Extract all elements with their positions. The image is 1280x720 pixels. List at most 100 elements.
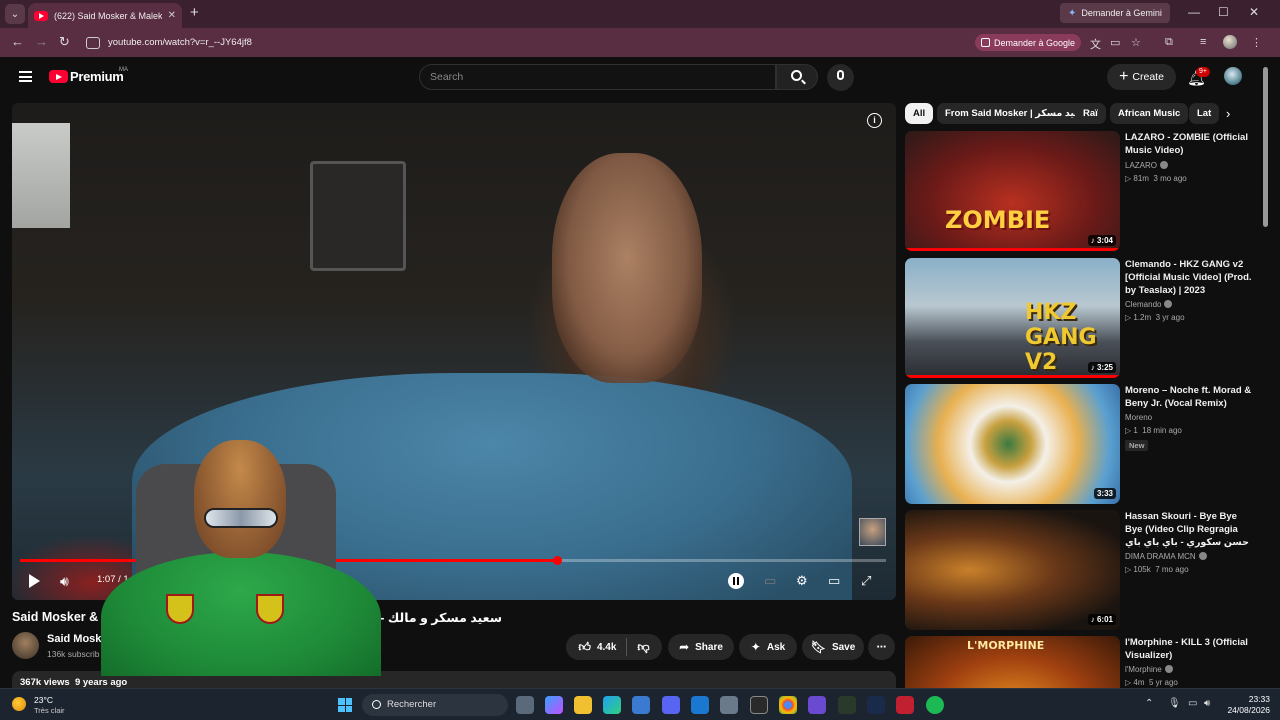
share-button[interactable]: ➦ Share (668, 634, 734, 660)
search-button[interactable] (776, 64, 818, 90)
recommendation-item[interactable]: HKZ GANG V2 ♪ 3:25 Clemando - HKZ GANG v… (905, 258, 1260, 378)
close-window-button[interactable]: ✕ (1249, 5, 1259, 19)
like-count[interactable]: 4.4k (597, 642, 616, 653)
recommendation-channel[interactable]: DIMA DRAMA MCN (1125, 552, 1207, 561)
temperature[interactable]: 23°C (34, 695, 53, 705)
microsoft-store-icon[interactable] (632, 696, 650, 714)
weather-description[interactable]: Très clair (34, 706, 65, 715)
obs-icon[interactable] (750, 696, 768, 714)
chips-next-chevron-icon[interactable]: › (1226, 106, 1230, 121)
recommendation-title[interactable]: Moreno – Noche ft. Morad & Beny Jr. (Voc… (1125, 384, 1255, 410)
taskbar-search[interactable]: Rechercher (362, 694, 508, 716)
site-info-icon[interactable] (86, 36, 100, 49)
tray-overflow-icon[interactable]: ⌃ (1145, 698, 1153, 709)
page-scrollbar[interactable] (1261, 57, 1269, 687)
scrubber-handle[interactable] (552, 556, 562, 565)
browser-menu-icon[interactable]: ⋮ (1251, 36, 1262, 49)
copilot-icon[interactable] (545, 696, 563, 714)
extensions-icon[interactable]: ⧉ (1165, 36, 1173, 49)
nvidia-icon[interactable] (838, 696, 856, 714)
video-thumbnail[interactable]: L'MORPHINE (905, 636, 1120, 688)
settings-gear-icon[interactable]: ⚙ (796, 573, 808, 589)
play-button[interactable] (29, 574, 40, 588)
menu-hamburger-icon[interactable] (19, 71, 32, 82)
recommendation-title[interactable]: Hassan Skouri - Bye Bye Bye (Video Clip … (1125, 510, 1255, 549)
steam-icon[interactable] (867, 696, 885, 714)
youtube-header: Premium MA Search + Create 🔔︎ 9+ (0, 57, 1260, 97)
chip-rai[interactable]: Raï (1075, 103, 1106, 124)
bookmark-star-icon[interactable]: ☆ (1131, 36, 1141, 49)
video-thumbnail[interactable]: ♪ 6:01 (905, 510, 1120, 630)
volume-icon[interactable]: 🔊︎ (60, 573, 69, 590)
search-input[interactable]: Search (419, 64, 776, 90)
channel-avatar[interactable] (12, 632, 39, 659)
save-button[interactable]: 🔖︎ Save (802, 634, 864, 660)
account-avatar[interactable] (1224, 67, 1242, 85)
discord-icon[interactable] (662, 696, 680, 714)
recommendation-title[interactable]: Clemando - HKZ GANG v2 [Official Music V… (1125, 258, 1255, 297)
recommendation-item[interactable]: ♪ 6:01 Hassan Skouri - Bye Bye Bye (Vide… (905, 510, 1260, 630)
recommendation-item[interactable]: ZOMBIE ♪ 3:04 LAZARO - ZOMBIE (Official … (905, 131, 1260, 251)
network-icon[interactable]: ▭ (1188, 698, 1197, 709)
recommendation-title[interactable]: LAZARO - ZOMBIE (Official Music Video) (1125, 131, 1255, 157)
recommendation-channel[interactable]: Moreno (1125, 413, 1152, 422)
video-thumbnail[interactable]: 3:33 (905, 384, 1120, 504)
chip-from-channel[interactable]: From Said Mosker | سعيد مسكر (937, 103, 1097, 124)
recommendation-channel[interactable]: Clemando (1125, 300, 1173, 309)
fullscreen-icon[interactable]: ⤢ (861, 573, 871, 589)
recommendation-item[interactable]: L'MORPHINE l'Morphine - KILL 3 (Official… (905, 636, 1260, 688)
chip-african-music[interactable]: African Music (1110, 103, 1189, 124)
streaming-app-icon[interactable] (896, 696, 914, 714)
chip-all[interactable]: All (905, 103, 934, 124)
video-info-icon[interactable]: i (867, 113, 882, 128)
more-actions-button[interactable]: ⋯ (868, 634, 895, 660)
ask-google-button[interactable]: Demander à Google (975, 34, 1082, 51)
volume-tray-icon[interactable]: 🔊︎ (1204, 698, 1210, 709)
like-icon[interactable]: 👍︎ (578, 640, 591, 655)
youtube-logo-icon[interactable] (49, 70, 68, 83)
tab-list-button[interactable]: ⌄ (5, 4, 25, 24)
autoplay-toggle[interactable] (728, 573, 744, 589)
create-button[interactable]: + Create (1107, 64, 1176, 90)
maximize-button[interactable]: ☐ (1218, 5, 1229, 19)
mail-icon[interactable] (691, 696, 709, 714)
reload-icon[interactable]: ↻ (59, 34, 70, 50)
reading-list-icon[interactable]: ≡ (1200, 36, 1206, 48)
ask-gemini-button[interactable]: ✦ Demander à Gemini (1060, 3, 1170, 23)
end-screen-thumbnail[interactable] (859, 518, 886, 546)
app-icon[interactable] (720, 696, 738, 714)
spotify-icon[interactable] (926, 696, 944, 714)
weather-sun-icon[interactable] (12, 697, 26, 711)
recommendation-item[interactable]: 3:33 Moreno – Noche ft. Morad & Beny Jr.… (905, 384, 1260, 504)
minimize-button[interactable]: — (1188, 5, 1200, 19)
recommendation-channel[interactable]: l'Morphine (1125, 665, 1173, 674)
file-explorer-icon[interactable] (574, 696, 592, 714)
recommendation-channel[interactable]: LAZARO (1125, 161, 1169, 170)
voice-search-button[interactable] (827, 64, 854, 91)
tab-close-icon[interactable]: ✕ (168, 10, 176, 21)
game-app-icon[interactable] (808, 696, 826, 714)
translate-icon[interactable]: 文 (1090, 36, 1101, 52)
subtitles-icon[interactable]: ▭ (764, 573, 776, 589)
theater-mode-icon[interactable]: ▭ (828, 573, 840, 589)
new-tab-button[interactable]: + (190, 4, 199, 21)
microphone-tray-icon[interactable]: 🎙︎ (1168, 698, 1181, 709)
edge-icon[interactable] (603, 696, 621, 714)
back-icon[interactable]: ← (11, 34, 24, 49)
dislike-icon[interactable]: 👎︎ (637, 640, 649, 655)
chip-latin[interactable]: Lat (1189, 103, 1220, 124)
browser-tab-youtube[interactable]: (622) Said Mosker & Malek - H ✕ (28, 3, 182, 28)
forward-icon[interactable]: → (35, 34, 48, 49)
scrollbar-thumb[interactable] (1263, 67, 1268, 227)
chrome-icon[interactable] (779, 696, 797, 714)
task-view-icon[interactable] (516, 696, 534, 714)
browser-profile-avatar[interactable] (1223, 35, 1237, 49)
cast-icon[interactable]: ▭ (1110, 36, 1120, 49)
brand-premium[interactable]: Premium (70, 69, 124, 84)
system-clock[interactable]: 23:33 24/08/2026 (1226, 694, 1270, 716)
recommendation-title[interactable]: l'Morphine - KILL 3 (Official Visualizer… (1125, 636, 1255, 662)
ask-button[interactable]: ✦ Ask (739, 634, 797, 660)
start-button[interactable] (338, 698, 352, 712)
video-thumbnail[interactable]: HKZ GANG V2 ♪ 3:25 (905, 258, 1120, 378)
video-thumbnail[interactable]: ZOMBIE ♪ 3:04 (905, 131, 1120, 251)
